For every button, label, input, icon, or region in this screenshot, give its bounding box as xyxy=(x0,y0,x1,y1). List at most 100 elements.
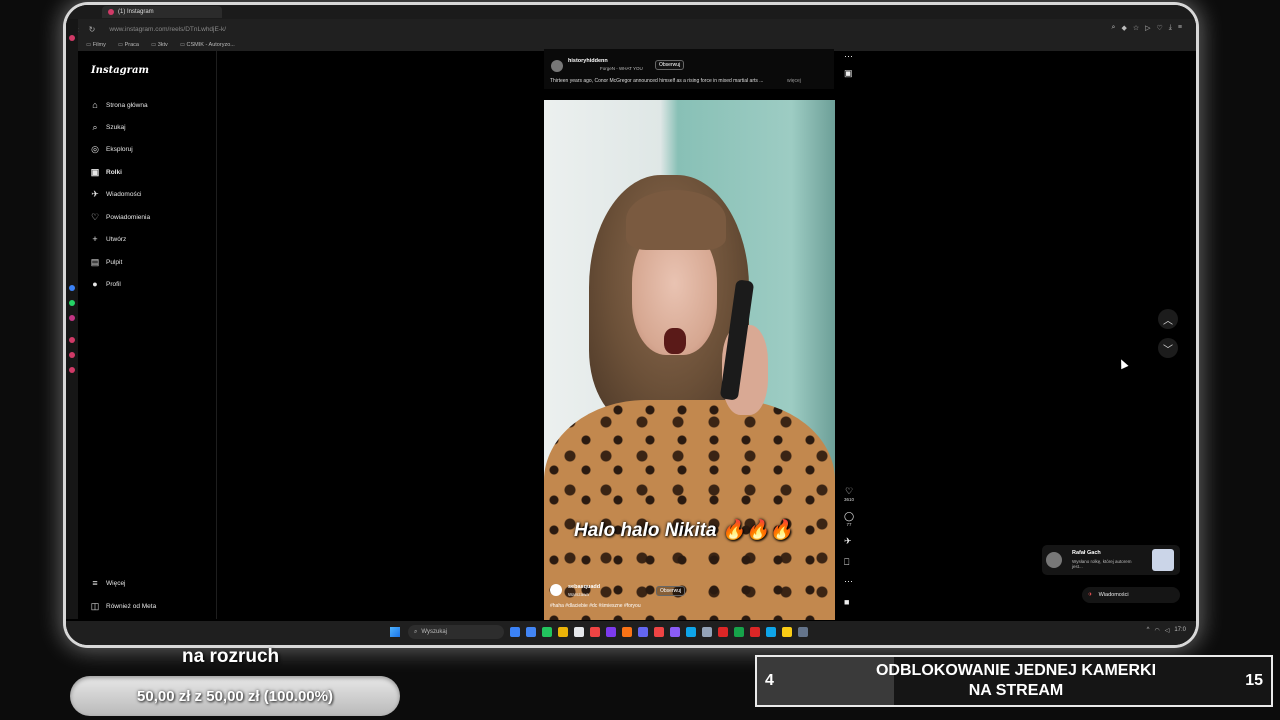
app-icon[interactable] xyxy=(702,627,712,637)
play-icon[interactable]: ▷ xyxy=(1145,24,1150,32)
app-icon[interactable] xyxy=(542,627,552,637)
taskbar-apps xyxy=(510,627,808,637)
bookmark-folder[interactable]: Filmy xyxy=(86,42,106,48)
app-icon[interactable] xyxy=(718,627,728,637)
app-icon[interactable] xyxy=(654,627,664,637)
nav-meta[interactable]: ◫ Również od Meta xyxy=(90,601,157,611)
app-icon[interactable] xyxy=(510,627,520,637)
reload-icon[interactable]: ↻ xyxy=(89,25,96,34)
reel-hashtags[interactable]: #haha #dlaciebie #dc #śmieszne #foryou xyxy=(550,603,641,609)
message-notification[interactable]: Rafał Gach Wysłano rolkę, której autorem… xyxy=(1042,545,1180,575)
wifi-icon[interactable]: ◠ xyxy=(1154,627,1159,634)
previous-reel-button[interactable]: ︿ xyxy=(1158,309,1178,329)
app-icon[interactable] xyxy=(69,352,75,358)
app-icon[interactable] xyxy=(606,627,616,637)
firefox-icon[interactable] xyxy=(622,627,632,637)
avatar[interactable] xyxy=(551,60,563,72)
next-reel-button[interactable]: ﹀ xyxy=(1158,338,1178,358)
chevron-up-icon[interactable]: ^ xyxy=(1147,627,1150,634)
reel-location[interactable]: Warszawa xyxy=(568,592,589,597)
save-button[interactable]: ⎕ xyxy=(844,557,849,568)
chevron-up-icon: ︿ xyxy=(1163,315,1173,327)
more-link[interactable]: więcej xyxy=(787,78,801,84)
volume-icon[interactable]: ◁ xyxy=(1165,627,1170,634)
avatar[interactable] xyxy=(550,584,562,596)
search-icon: ⌕ xyxy=(414,628,418,635)
nav-dashboard[interactable]: ▤ Pulpit xyxy=(90,257,123,267)
audio-cover-icon: ■ xyxy=(844,597,850,607)
tab-instagram[interactable]: (1) Instagram xyxy=(102,6,222,18)
follow-button[interactable]: Obserwuj xyxy=(656,586,686,596)
menu-icon[interactable]: ≡ xyxy=(1178,24,1182,32)
shield-icon[interactable]: ◆ xyxy=(1121,24,1126,32)
donation-goal-progress: 50,00 zł z 50,00 zł (100.00%) xyxy=(137,687,333,705)
nav-label: Powiadomienia xyxy=(106,213,151,221)
address-bar: ‹ ↻ www.instagram.com/reels/DTnLwhdjE-k/… xyxy=(66,19,1196,39)
side-thumb[interactable]: ▣ xyxy=(844,68,853,79)
whatsapp-icon[interactable] xyxy=(69,300,75,306)
heart-icon: ♡ xyxy=(844,486,854,496)
app-icon[interactable] xyxy=(590,627,600,637)
nav-label: Eksploruj xyxy=(106,145,133,153)
app-icon[interactable] xyxy=(69,35,75,41)
heart-icon[interactable]: ♡ xyxy=(1157,24,1163,32)
app-icon[interactable] xyxy=(766,627,776,637)
chevron-down-icon: ﹀ xyxy=(1163,344,1173,356)
comment-button[interactable]: ◯ 77 xyxy=(844,511,854,527)
app-icon[interactable] xyxy=(670,627,680,637)
reel-video[interactable]: Halo halo Nikita 🔥🔥🔥 sebasquadd Warszawa… xyxy=(544,100,835,620)
app-icon[interactable] xyxy=(69,337,75,343)
post-username[interactable]: historyhiddenn xyxy=(568,58,608,64)
video-subject-mouth xyxy=(664,328,686,354)
share-button[interactable]: ✈ xyxy=(844,536,852,547)
bookmark-folder[interactable]: Praca xyxy=(118,42,139,48)
monitor-frame: (1) Instagram ‹ ↻ www.instagram.com/reel… xyxy=(66,5,1196,645)
nav-notifications[interactable]: ♡ Powiadomienia xyxy=(90,212,150,222)
zoom-icon[interactable]: ⌕ xyxy=(1112,24,1116,32)
nav-home[interactable]: ⌂ Strona główna xyxy=(90,100,147,110)
nav-messages[interactable]: ✈ Wiadomości xyxy=(90,189,141,199)
notification-text: Wysłano rolkę, której autorem jest... xyxy=(1072,559,1132,569)
clock[interactable]: 17:0 xyxy=(1174,627,1186,634)
nav-create[interactable]: + Utwórz xyxy=(90,234,126,244)
taskbar-search[interactable]: ⌕ Wyszukaj xyxy=(408,625,504,639)
reel-options[interactable]: ⋯ xyxy=(844,576,853,587)
instagram-icon[interactable] xyxy=(69,315,75,321)
messages-pill[interactable]: ✈ Wiadomości xyxy=(1082,587,1180,603)
reel-username[interactable]: sebasquadd xyxy=(568,584,600,590)
ellipsis-icon: ⋯ xyxy=(844,576,853,586)
messenger-icon[interactable] xyxy=(69,285,75,291)
bookmark-folder[interactable]: 3ktv xyxy=(151,42,168,48)
milestone-target: 15 xyxy=(1245,672,1263,689)
donation-goal-bar: 50,00 zł z 50,00 zł (100.00%) xyxy=(70,676,400,716)
app-icon[interactable] xyxy=(798,627,808,637)
folder-icon[interactable] xyxy=(782,627,792,637)
follow-button[interactable]: Obserwuj xyxy=(655,60,685,70)
post-audio[interactable]: ForgeN - WHAT YOU xyxy=(600,66,643,71)
nav-search[interactable]: ⌕ Szukaj xyxy=(90,122,125,132)
nav-more[interactable]: ≡ Więcej xyxy=(90,578,125,588)
nav-label: Wiadomości xyxy=(106,190,142,198)
nav-explore[interactable]: ◎ Eksploruj xyxy=(90,144,133,154)
audio-thumb[interactable]: ■ xyxy=(844,597,849,607)
steam-icon[interactable] xyxy=(686,627,696,637)
comment-icon: ◯ xyxy=(844,511,855,521)
bookmark-link[interactable]: CSMIK - Autoryzo... xyxy=(180,42,235,48)
url-field[interactable]: www.instagram.com/reels/DTnLwhdjE-k/ xyxy=(109,26,226,33)
instagram-logo[interactable]: Instagram xyxy=(91,65,149,76)
like-button[interactable]: ♡ 3610 xyxy=(844,486,854,502)
app-icon[interactable] xyxy=(558,627,568,637)
download-icon[interactable]: ⤓ xyxy=(1169,24,1172,32)
windows-start-icon[interactable] xyxy=(390,627,400,637)
nav-reels[interactable]: ▣ Rolki xyxy=(90,167,122,177)
nav-profile[interactable]: ● Profil xyxy=(90,279,121,289)
discord-icon[interactable] xyxy=(638,627,648,637)
bookmark-icon[interactable]: ☆ xyxy=(1133,24,1139,32)
chrome-icon[interactable] xyxy=(526,627,536,637)
milestone-title-line1: ODBLOKOWANIE JEDNEJ KAMERKI xyxy=(875,662,1157,679)
app-icon[interactable] xyxy=(734,627,744,637)
app-icon[interactable] xyxy=(69,367,75,373)
app-icon[interactable] xyxy=(750,627,760,637)
more-options[interactable]: ⋯ xyxy=(844,51,853,62)
app-icon[interactable] xyxy=(574,627,584,637)
